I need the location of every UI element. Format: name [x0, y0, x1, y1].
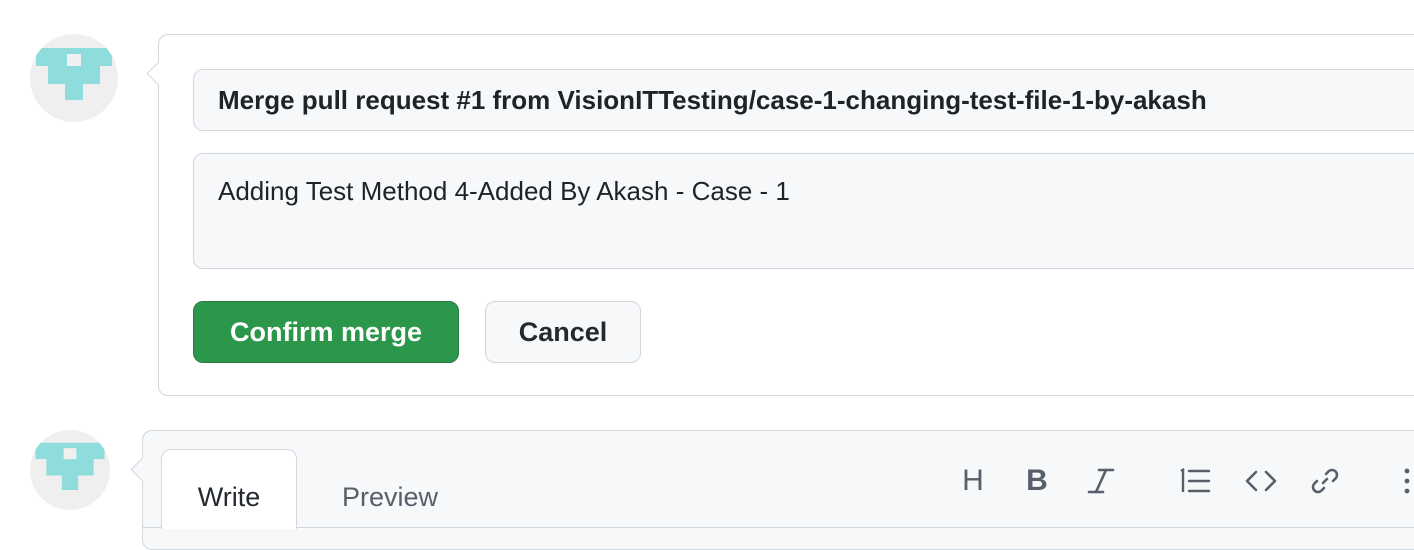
tab-write[interactable]: Write: [161, 449, 297, 529]
avatar[interactable]: [30, 430, 110, 510]
link-icon[interactable]: [1305, 461, 1345, 501]
merge-form: Merge pull request #1 from VisionITTesti…: [146, 34, 1414, 396]
confirm-merge-button[interactable]: Confirm merge: [193, 301, 459, 363]
avatar[interactable]: [30, 34, 118, 122]
tab-preview[interactable]: Preview: [317, 449, 463, 529]
code-icon[interactable]: [1241, 461, 1281, 501]
identicon-icon: [36, 48, 112, 100]
more-icon[interactable]: [1387, 461, 1414, 501]
cancel-button[interactable]: Cancel: [485, 301, 641, 363]
identicon-icon: [35, 442, 105, 490]
ordered-list-icon[interactable]: [1175, 461, 1215, 501]
heading-icon[interactable]: H: [953, 461, 993, 501]
commit-title-input[interactable]: Merge pull request #1 from VisionITTesti…: [193, 69, 1414, 131]
card-caret: [146, 61, 171, 86]
italic-icon[interactable]: [1081, 461, 1121, 501]
card-caret: [130, 457, 155, 482]
commit-message-textarea[interactable]: Adding Test Method 4-Added By Akash - Ca…: [193, 153, 1414, 269]
bold-icon[interactable]: B: [1017, 461, 1057, 501]
comment-box: Write Preview H B: [130, 430, 1414, 550]
